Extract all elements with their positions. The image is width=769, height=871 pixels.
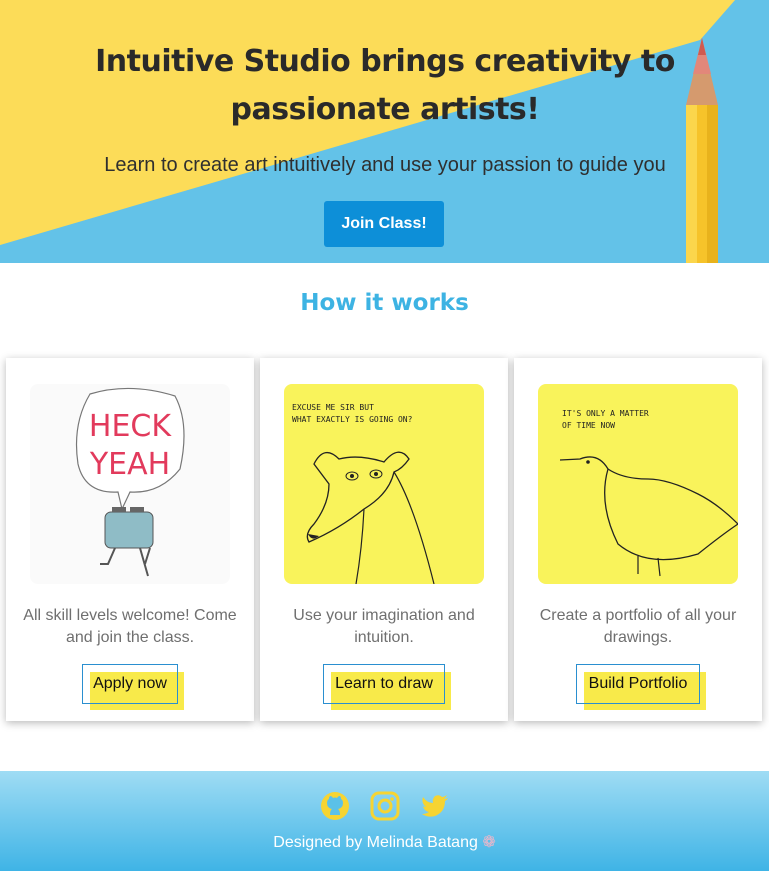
card-portfolio: IT'S ONLY A MATTER OF TIME NOW Create a … — [514, 358, 762, 721]
dog-drawing-image: EXCUSE ME SIR BUT WHAT EXACTLY IS GOING … — [284, 384, 484, 584]
card-description: All skill levels welcome! Come and join … — [23, 607, 237, 646]
social-links — [0, 791, 769, 821]
footer: Designed by Melinda Batang ❁ — [0, 771, 769, 871]
apply-now-button[interactable]: Apply now — [82, 664, 184, 710]
github-icon[interactable] — [320, 791, 350, 821]
learn-to-draw-label: Learn to draw — [335, 675, 433, 692]
card-skill-levels: HECK YEAH All skill levels welcome! Come… — [6, 358, 254, 721]
bird-caption-2: OF TIME NOW — [562, 421, 615, 430]
hero-subtitle: Learn to create art intuitively and use … — [104, 154, 666, 176]
card-description: Use your imagination and intuition. — [293, 607, 475, 646]
learn-to-draw-button[interactable]: Learn to draw — [323, 664, 451, 710]
footer-credit: Designed by Melinda Batang ❁ — [0, 832, 769, 852]
hero-banner: Intuitive Studio brings creativity to pa… — [0, 0, 769, 263]
build-portfolio-button[interactable]: Build Portfolio — [576, 664, 706, 710]
bird-caption-1: IT'S ONLY A MATTER — [562, 409, 649, 418]
twitter-icon[interactable] — [420, 791, 450, 821]
flower-icon: ❁ — [482, 834, 496, 851]
apply-now-label: Apply now — [93, 675, 167, 692]
heck-yeah-toaster-image: HECK YEAH — [30, 384, 230, 584]
bird-drawing-image: IT'S ONLY A MATTER OF TIME NOW — [538, 384, 738, 584]
build-portfolio-label: Build Portfolio — [588, 675, 688, 692]
section-title: How it works — [300, 290, 469, 316]
dog-caption-1: EXCUSE ME SIR BUT — [292, 403, 374, 412]
join-class-button[interactable]: Join Class! — [324, 201, 444, 247]
card-imagination: EXCUSE ME SIR BUT WHAT EXACTLY IS GOING … — [260, 358, 508, 721]
dog-caption-2: WHAT EXACTLY IS GOING ON? — [292, 415, 413, 424]
credit-text: Designed by Melinda Batang — [273, 834, 478, 851]
instagram-icon[interactable] — [370, 791, 400, 821]
hero-title: Intuitive Studio brings creativity to pa… — [95, 44, 675, 127]
yeah-text: YEAH — [89, 447, 170, 482]
card-description: Create a portfolio of all your drawings. — [539, 607, 737, 646]
heck-text: HECK — [89, 409, 172, 444]
